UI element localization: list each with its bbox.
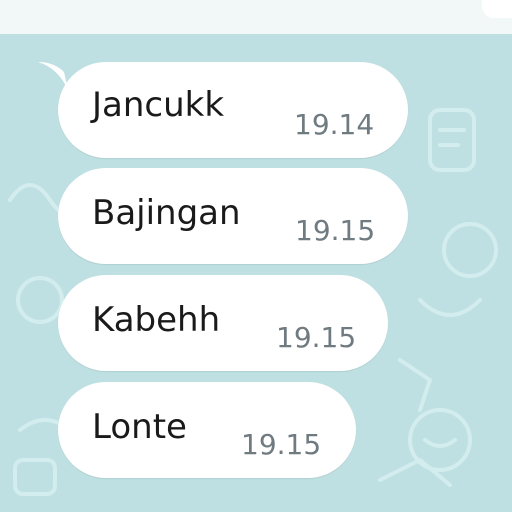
message-text: Lonte: [92, 407, 187, 447]
message-text: Bajingan: [92, 193, 241, 233]
message-timestamp: 19.15: [241, 428, 322, 461]
bubble-tail: [38, 62, 68, 90]
message-bubble-3[interactable]: Kabehh 19.15: [58, 275, 388, 371]
message-timestamp: 19.14: [294, 108, 375, 141]
message-text: Kabehh: [92, 300, 221, 340]
message-bubble-4[interactable]: Lonte 19.15: [58, 382, 356, 478]
message-timestamp: 19.15: [295, 214, 376, 247]
chat-background: Jancukk 19.14 Bajingan 19.15 Kabehh 19.1…: [0, 0, 512, 512]
message-text: Jancukk: [92, 85, 225, 125]
message-timestamp: 19.15: [276, 321, 357, 354]
message-bubble-2[interactable]: Bajingan 19.15: [58, 168, 408, 264]
message-bubble-1[interactable]: Jancukk 19.14: [58, 62, 408, 158]
